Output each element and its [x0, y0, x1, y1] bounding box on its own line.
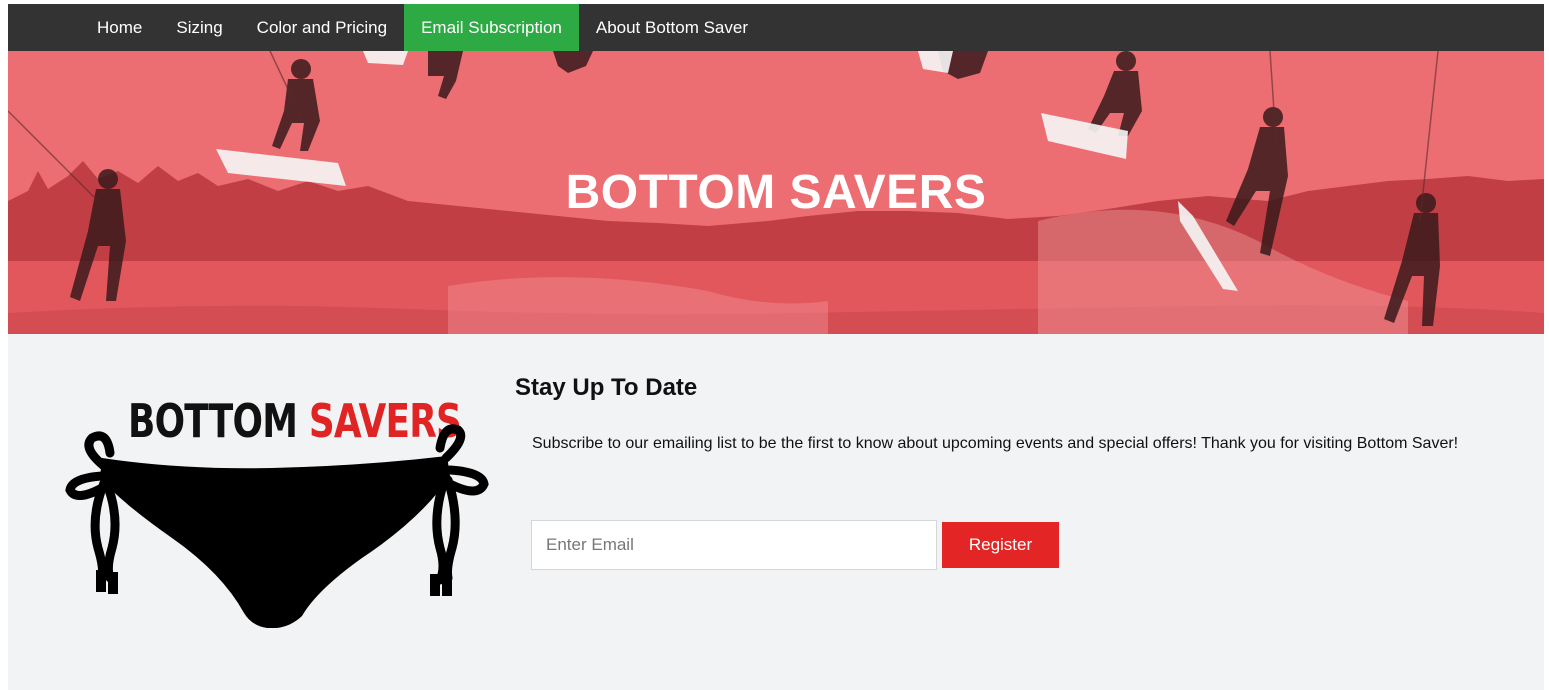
nav-sizing[interactable]: Sizing [159, 4, 239, 51]
page: Home Sizing Color and Pricing Email Subs… [8, 4, 1544, 690]
hero-banner: BOTTOM SAVERS [8, 51, 1544, 334]
top-nav: Home Sizing Color and Pricing Email Subs… [8, 4, 1544, 51]
nav-email-subscription[interactable]: Email Subscription [404, 4, 579, 51]
subscribe-heading: Stay Up To Date [515, 374, 698, 401]
hero-title: BOTTOM SAVERS [565, 166, 987, 219]
register-button[interactable]: Register [942, 522, 1059, 568]
bikini-bottom-icon [65, 424, 489, 628]
brand-logo: BOTTOM SAVERS [62, 398, 492, 628]
nav-color-and-pricing[interactable]: Color and Pricing [240, 4, 404, 51]
subscribe-description: Subscribe to our emailing list to be the… [532, 435, 1459, 452]
nav-home[interactable]: Home [80, 4, 159, 51]
nav-about-bottom-saver[interactable]: About Bottom Saver [579, 4, 765, 51]
email-input[interactable] [531, 520, 937, 570]
